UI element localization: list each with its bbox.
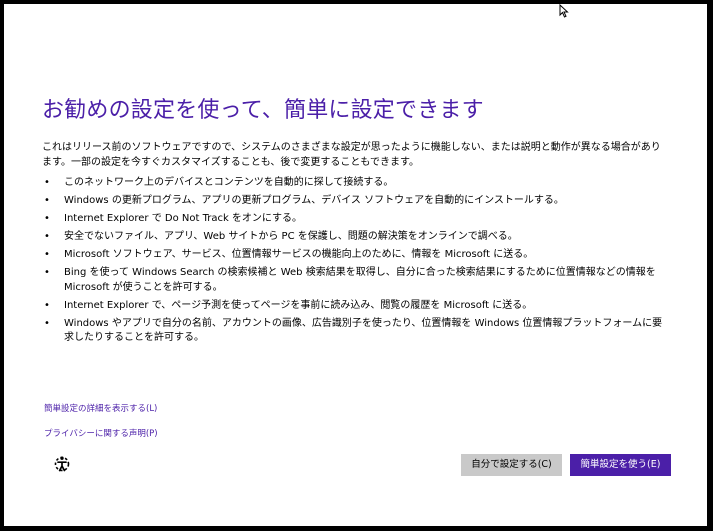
page-title: お勧めの設定を使って、簡単に設定できます xyxy=(42,98,484,123)
bullet-marker: • xyxy=(44,195,50,206)
bullet-marker: • xyxy=(44,299,50,311)
intro-text: これはリリース前のソフトウェアですので、システムのさまざまな設定が思ったように機… xyxy=(42,142,661,168)
list-item: • Internet Explorer で Do Not Track をオンにする… xyxy=(42,212,672,227)
setup-screen: お勧めの設定を使って、簡単に設定できます これはリリース前のソフトウェアですので… xyxy=(4,4,707,526)
ease-of-access-icon[interactable] xyxy=(53,455,71,473)
use-express-settings-button[interactable]: 簡単設定を使う(E) xyxy=(570,454,671,476)
mouse-cursor-icon xyxy=(559,4,569,18)
list-item: • Windows の更新プログラム、アプリの更新プログラム、デバイス ソフトウェ… xyxy=(42,194,672,209)
privacy-statement-link[interactable]: プライバシーに関する声明(P) xyxy=(44,427,158,439)
bullet-marker: • xyxy=(44,231,50,242)
settings-list: • このネットワーク上のデバイスとコンテンツを自動的に探して接続する。 • Wind… xyxy=(42,176,672,349)
bullet-marker: • xyxy=(44,249,50,260)
bullet-marker: • xyxy=(44,213,50,224)
list-item-text: Microsoft ソフトウェア、サービス、位置情報サービスの機能向上のために、… xyxy=(64,249,534,260)
list-item: • このネットワーク上のデバイスとコンテンツを自動的に探して接続する。 xyxy=(42,176,672,191)
bullet-marker: • xyxy=(44,267,50,278)
list-item-text: Windows の更新プログラム、アプリの更新プログラム、デバイス ソフトウェア… xyxy=(64,195,564,206)
customize-button[interactable]: 自分で設定する(C) xyxy=(461,454,562,476)
list-item: • Internet Explorer で、ページ予測を使ってページを事前に読み込… xyxy=(42,299,672,314)
list-item-text: Internet Explorer で Do Not Track をオンにする。 xyxy=(64,213,303,224)
bullet-marker: • xyxy=(44,177,50,188)
list-item: • Microsoft ソフトウェア、サービス、位置情報サービスの機能向上のために… xyxy=(42,248,672,263)
list-item-text: Bing を使って Windows Search の検索候補と Web 検索結果… xyxy=(64,267,656,293)
list-item: • Windows やアプリで自分の名前、アカウントの画像、広告識別子を使ったり、… xyxy=(42,317,672,346)
bullet-marker: • xyxy=(44,317,50,329)
list-item-text: 安全でないファイル、アプリ、Web サイトから PC を保護し、問題の解決策をオ… xyxy=(64,231,518,242)
list-item-text: Internet Explorer で、ページ予測を使ってページを事前に読み込み… xyxy=(64,299,533,311)
list-item-text: このネットワーク上のデバイスとコンテンツを自動的に探して接続する。 xyxy=(64,177,394,188)
express-settings-details-link[interactable]: 簡単設定の詳細を表示する(L) xyxy=(44,402,157,414)
list-item: • 安全でないファイル、アプリ、Web サイトから PC を保護し、問題の解決策を… xyxy=(42,230,672,245)
list-item: • Bing を使って Windows Search の検索候補と Web 検索結… xyxy=(42,266,672,295)
list-item-text: Windows やアプリで自分の名前、アカウントの画像、広告識別子を使ったり、位… xyxy=(64,317,663,344)
